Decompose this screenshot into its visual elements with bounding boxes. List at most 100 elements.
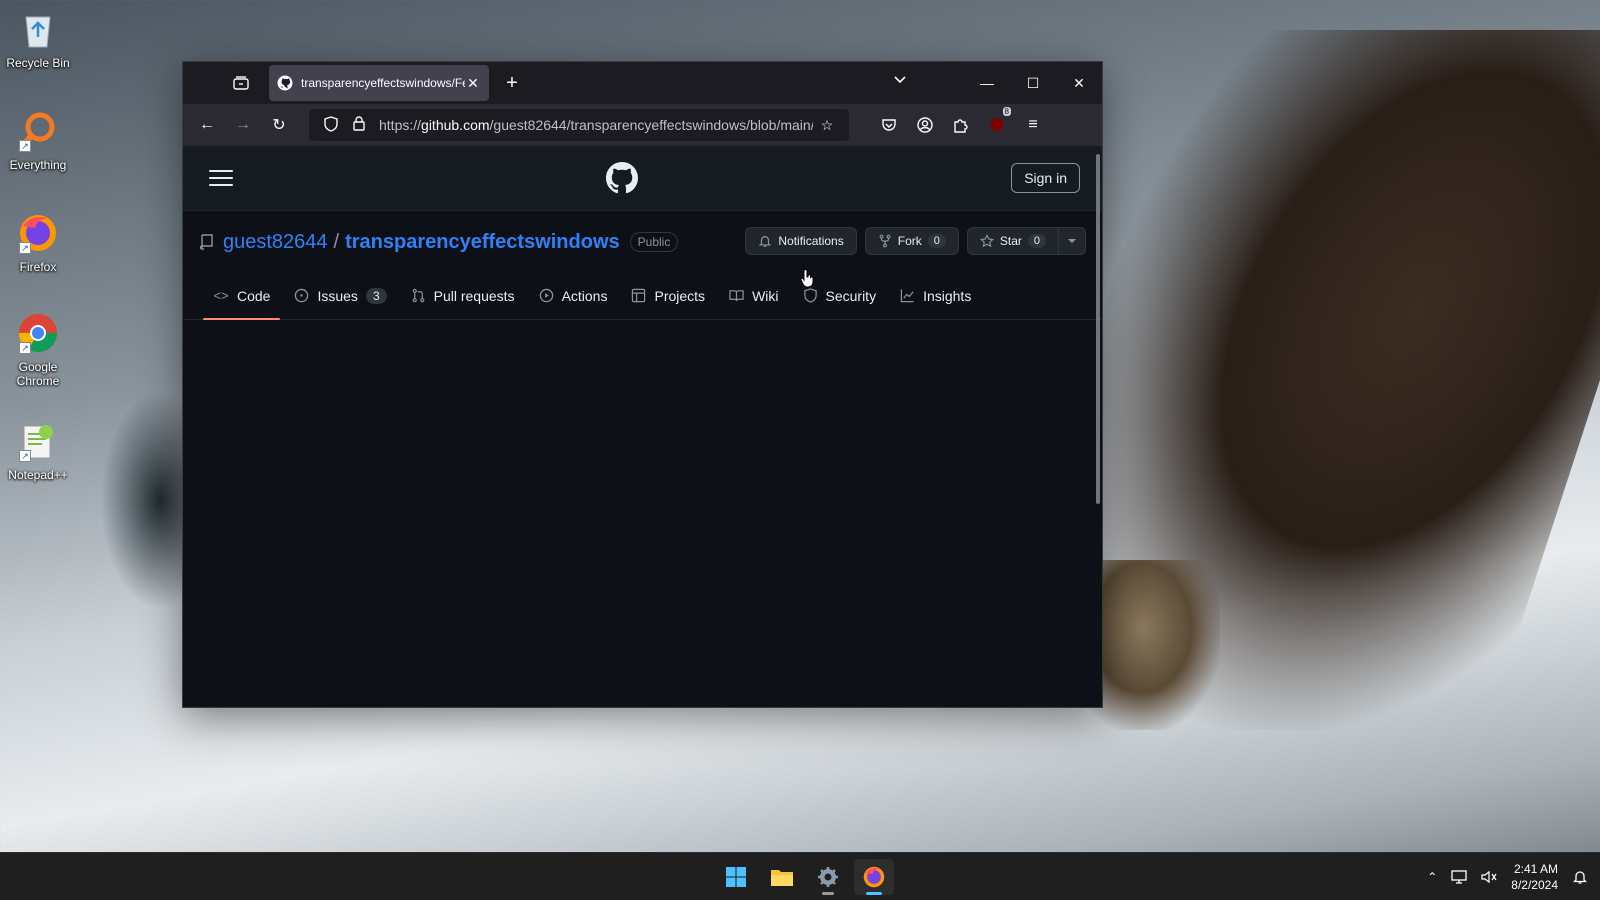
account-icon	[917, 117, 933, 133]
issues-count: 3	[365, 287, 387, 304]
url-bar[interactable]: https://github.com/guest82644/transparen…	[309, 109, 849, 141]
star-count: 0	[1027, 234, 1046, 248]
ublock-extension-button[interactable]: 8	[979, 107, 1015, 141]
firefox-view-icon	[233, 76, 249, 90]
page-scrollbar[interactable]	[1096, 154, 1100, 504]
graph-icon	[900, 289, 914, 303]
url-text: https://github.com/guest82644/transparen…	[379, 117, 813, 133]
desktop-icon-google-chrome[interactable]: ↗ Google Chrome	[0, 310, 76, 388]
pocket-button[interactable]	[871, 109, 907, 141]
close-icon: ✕	[1073, 74, 1085, 91]
back-button[interactable]: ←	[189, 109, 225, 141]
visibility-label: Public	[629, 232, 679, 252]
triangle-down-icon	[1068, 239, 1076, 243]
firefox-icon	[863, 866, 885, 888]
desktop-icon-recycle-bin[interactable]: Recycle Bin	[0, 6, 76, 70]
shortcut-arrow-icon: ↗	[19, 140, 31, 152]
firefox-view-button[interactable]	[223, 68, 259, 98]
list-all-tabs-button[interactable]	[893, 74, 907, 88]
firefox-taskbar-button[interactable]	[854, 859, 894, 895]
hamburger-menu-icon: ≡	[1028, 116, 1038, 133]
shortcut-arrow-icon: ↗	[19, 450, 31, 462]
maximize-button[interactable]: ☐	[1010, 62, 1056, 104]
tab-code[interactable]: <> Code	[203, 272, 281, 320]
navigation-toolbar: ← → ↻ https://github.com/guest82644/tran…	[183, 104, 1102, 146]
tab-projects[interactable]: Projects	[621, 272, 715, 319]
repo-name-link[interactable]: transparencyeffectswindows	[345, 231, 620, 254]
github-favicon-icon	[277, 75, 293, 91]
menu-line	[209, 184, 233, 186]
desktop-icon-firefox[interactable]: ↗ Firefox	[0, 210, 76, 274]
file-explorer-taskbar-button[interactable]	[762, 859, 802, 895]
settings-taskbar-button[interactable]	[808, 859, 848, 895]
star-button[interactable]: Star 0	[966, 227, 1059, 255]
reload-button[interactable]: ↻	[261, 109, 297, 141]
sign-in-button[interactable]: Sign in	[1011, 163, 1080, 193]
notifications-button[interactable]: Notifications	[745, 227, 857, 255]
network-monitor-icon[interactable]	[1451, 870, 1467, 884]
arrow-left-icon: ←	[199, 116, 215, 133]
star-lists-dropdown[interactable]	[1059, 227, 1086, 255]
everything-search-icon: ↗	[15, 108, 61, 154]
fork-button[interactable]: Fork 0	[864, 227, 959, 255]
notepadpp-icon: ↗	[15, 418, 61, 464]
lock-icon[interactable]	[345, 116, 373, 134]
star-icon	[979, 234, 994, 248]
app-menu-button[interactable]: ≡	[1015, 109, 1051, 141]
shield-icon	[803, 288, 817, 303]
github-logo-icon[interactable]	[606, 162, 639, 194]
firefox-window: transparencyeffectswindows/Fe ✕ + — ☐ ✕ …	[182, 61, 1103, 708]
chevron-down-icon	[894, 76, 906, 84]
clock-date: 8/2/2024	[1511, 878, 1558, 892]
plus-icon: +	[506, 71, 518, 94]
notification-bell-icon[interactable]	[1572, 869, 1588, 885]
repo-tab-nav: <> Code Issues 3 Pull requests Actions P…	[183, 273, 1102, 320]
running-indicator	[822, 892, 834, 895]
table-icon	[632, 288, 646, 303]
tab-close-icon[interactable]: ✕	[465, 75, 481, 92]
tab-wiki[interactable]: Wiki	[719, 272, 788, 319]
repo-actions: Notifications Fork 0 Star 0	[745, 227, 1086, 255]
toolbar-right: 8 ≡	[871, 107, 1051, 141]
fork-label: Fork	[897, 234, 922, 248]
bookmark-star-icon[interactable]: ☆	[813, 117, 841, 134]
repo-owner-link[interactable]: guest82644	[223, 231, 328, 254]
arrow-right-icon: →	[235, 116, 251, 133]
taskbar-apps	[716, 859, 894, 895]
maximize-icon: ☐	[1026, 74, 1040, 91]
repo-header: guest82644 / transparencyeffectswindows …	[183, 211, 1102, 273]
extension-badge-count: 8	[1002, 107, 1011, 116]
tab-label: Security	[825, 287, 877, 304]
issue-icon	[295, 288, 309, 303]
start-icon	[726, 867, 746, 887]
bell-icon	[759, 236, 772, 247]
desktop-icon-everything[interactable]: ↗ Everything	[0, 108, 76, 172]
start-button[interactable]	[716, 859, 756, 895]
browser-tab-active[interactable]: transparencyeffectswindows/Fe ✕	[269, 65, 489, 101]
tab-bar: transparencyeffectswindows/Fe ✕ + — ☐ ✕	[183, 62, 1102, 104]
extensions-button[interactable]	[943, 109, 979, 141]
fork-icon	[879, 234, 891, 248]
tab-actions[interactable]: Actions	[529, 272, 618, 319]
tab-pull-requests[interactable]: Pull requests	[401, 272, 525, 319]
fork-count: 0	[927, 234, 946, 248]
repo-title: guest82644 / transparencyeffectswindows …	[223, 231, 679, 254]
new-tab-button[interactable]: +	[497, 68, 527, 98]
tab-issues[interactable]: Issues 3	[284, 272, 396, 319]
account-button[interactable]	[907, 109, 943, 141]
volume-muted-icon[interactable]	[1481, 870, 1497, 884]
tab-label: Issues	[317, 287, 358, 304]
desktop-icon-notepadpp[interactable]: ↗ Notepad++	[0, 418, 76, 482]
minimize-icon: —	[980, 75, 994, 91]
tab-insights[interactable]: Insights	[890, 272, 981, 319]
pocket-icon	[882, 119, 896, 131]
taskbar-clock[interactable]: 2:41 AM 8/2/2024	[1511, 861, 1558, 893]
minimize-button[interactable]: —	[964, 62, 1010, 104]
show-hidden-icons-chevron-icon[interactable]: ⌃	[1427, 870, 1437, 884]
tab-label: Actions	[561, 287, 608, 304]
forward-button[interactable]: →	[225, 109, 261, 141]
github-menu-button[interactable]	[209, 170, 233, 186]
tab-label: Wiki	[752, 287, 779, 304]
close-window-button[interactable]: ✕	[1056, 62, 1102, 104]
tracking-protection-shield-icon[interactable]	[317, 115, 345, 135]
